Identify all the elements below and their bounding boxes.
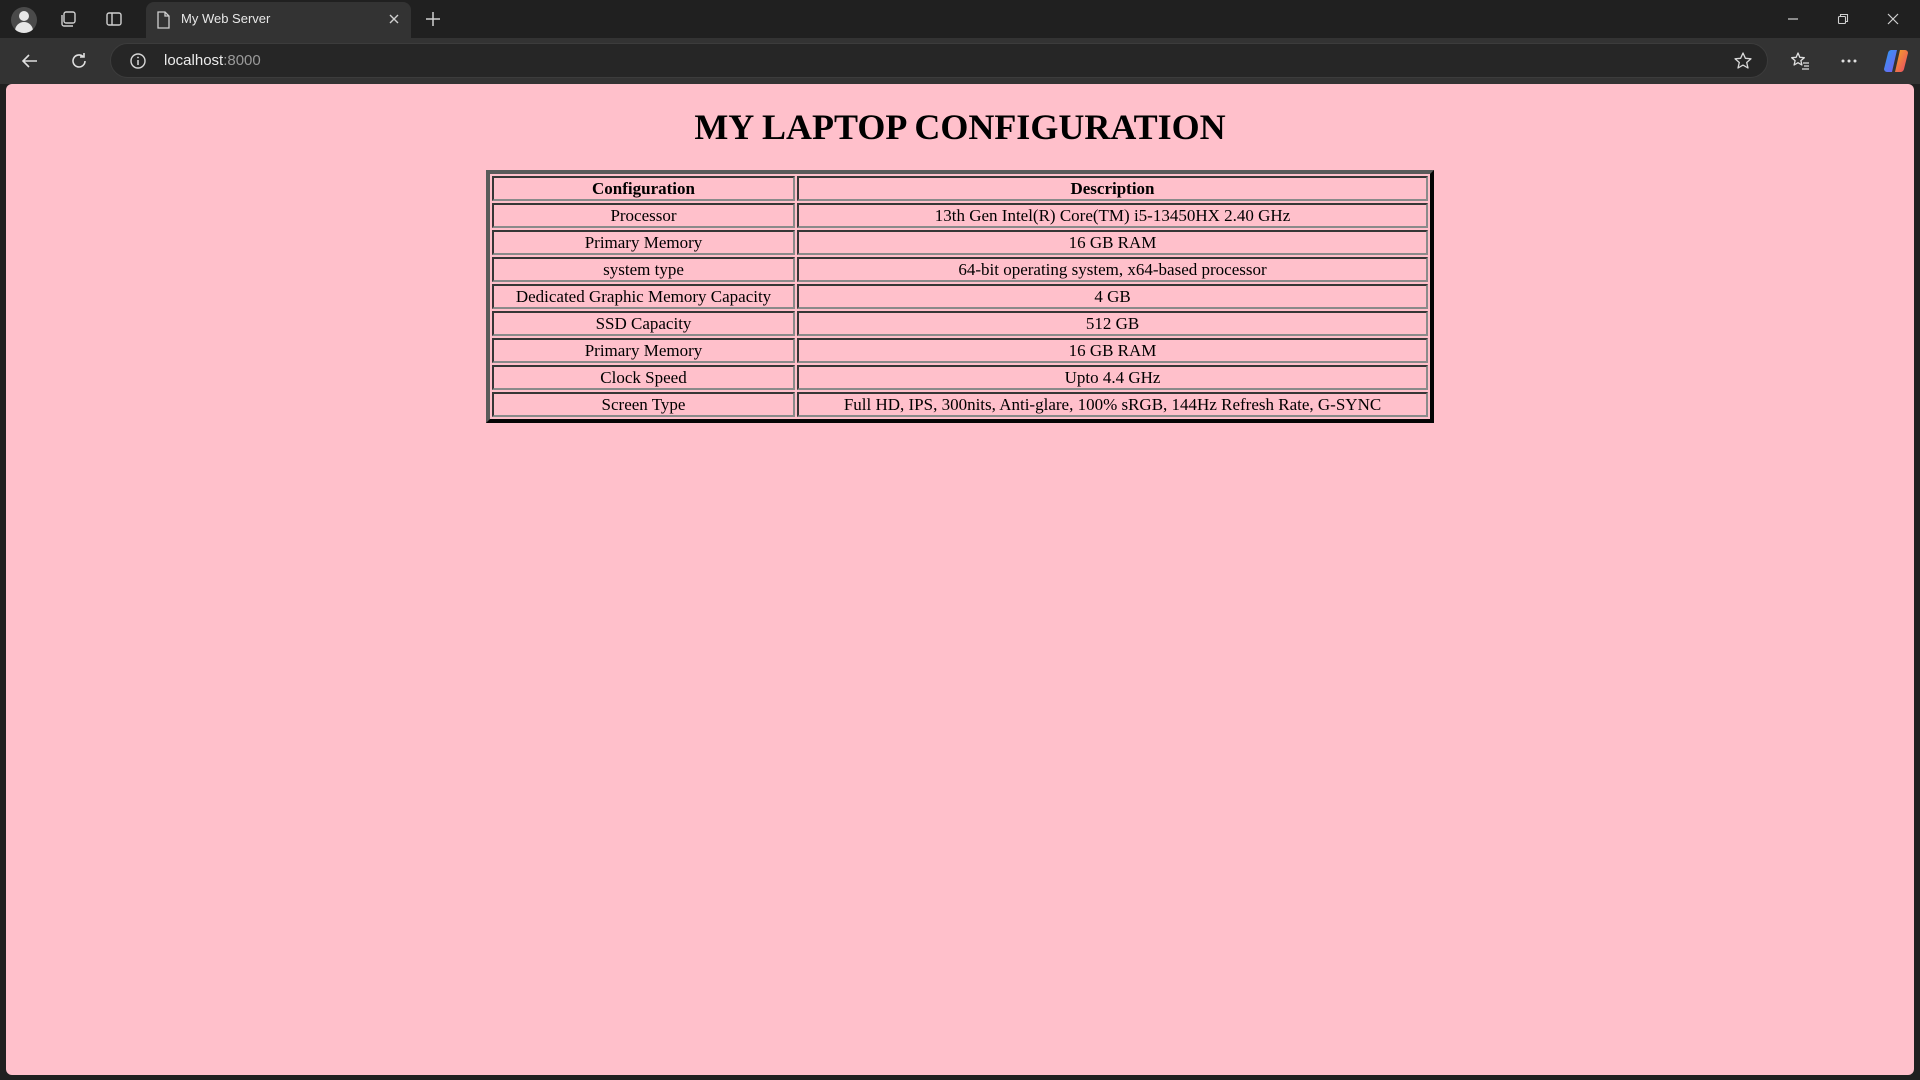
page-title: MY LAPTOP CONFIGURATION xyxy=(694,107,1226,147)
header-configuration: Configuration xyxy=(492,176,795,201)
page-viewport: MY LAPTOP CONFIGURATION Configuration De… xyxy=(6,84,1914,1075)
config-cell: Clock Speed xyxy=(492,365,795,390)
table-row: Clock Speed Upto 4.4 GHz xyxy=(492,365,1428,390)
tab-strip: My Web Server xyxy=(0,0,1920,38)
config-cell: Screen Type xyxy=(492,392,795,417)
address-bar[interactable]: localhost:8000 xyxy=(110,43,1768,78)
table-row: Dedicated Graphic Memory Capacity 4 GB xyxy=(492,284,1428,309)
config-cell: Processor xyxy=(492,203,795,228)
workspaces-icon[interactable] xyxy=(57,8,79,30)
copilot-icon[interactable] xyxy=(1882,47,1910,75)
table-header-row: Configuration Description xyxy=(492,176,1428,201)
url-port: :8000 xyxy=(223,52,261,69)
description-cell: 16 GB RAM xyxy=(797,338,1428,363)
minimize-icon[interactable] xyxy=(1768,0,1818,38)
tab-my-web-server[interactable]: My Web Server xyxy=(146,2,411,38)
header-description: Description xyxy=(797,176,1428,201)
back-arrow-icon[interactable] xyxy=(16,47,44,75)
config-cell: SSD Capacity xyxy=(492,311,795,336)
favorites-icon[interactable] xyxy=(1786,47,1814,75)
vertical-tabs-icon[interactable] xyxy=(103,8,125,30)
plus-icon[interactable] xyxy=(422,8,444,30)
address-url[interactable]: localhost:8000 xyxy=(164,52,261,69)
description-cell: Upto 4.4 GHz xyxy=(797,365,1428,390)
close-window-icon[interactable] xyxy=(1868,0,1918,38)
description-cell: 4 GB xyxy=(797,284,1428,309)
description-cell: 64-bit operating system, x64-based proce… xyxy=(797,257,1428,282)
url-host: localhost xyxy=(164,52,224,69)
config-table: Configuration Description Processor 13th… xyxy=(486,170,1434,423)
description-cell: 16 GB RAM xyxy=(797,230,1428,255)
tab-title: My Web Server xyxy=(181,11,271,26)
description-cell: 13th Gen Intel(R) Core(TM) i5-13450HX 2.… xyxy=(797,203,1428,228)
restore-icon[interactable] xyxy=(1818,0,1868,38)
table-row: Processor 13th Gen Intel(R) Core(TM) i5-… xyxy=(492,203,1428,228)
browser-toolbar: localhost:8000 xyxy=(0,38,1920,84)
config-cell: Primary Memory xyxy=(492,338,795,363)
table-row: Screen Type Full HD, IPS, 300nits, Anti-… xyxy=(492,392,1428,417)
description-cell: Full HD, IPS, 300nits, Anti-glare, 100% … xyxy=(797,392,1428,417)
star-icon[interactable] xyxy=(1733,51,1753,76)
table-row: Primary Memory 16 GB RAM xyxy=(492,230,1428,255)
refresh-icon[interactable] xyxy=(65,47,93,75)
more-icon[interactable] xyxy=(1835,47,1863,75)
description-cell: 512 GB xyxy=(797,311,1428,336)
page-document-icon xyxy=(156,11,170,34)
table-row: system type 64-bit operating system, x64… xyxy=(492,257,1428,282)
table-row: Primary Memory 16 GB RAM xyxy=(492,338,1428,363)
config-cell: system type xyxy=(492,257,795,282)
close-tab-icon[interactable] xyxy=(385,10,403,28)
info-icon[interactable] xyxy=(129,52,147,75)
profile-avatar-icon[interactable] xyxy=(11,7,37,33)
config-cell: Dedicated Graphic Memory Capacity xyxy=(492,284,795,309)
table-row: SSD Capacity 512 GB xyxy=(492,311,1428,336)
config-cell: Primary Memory xyxy=(492,230,795,255)
